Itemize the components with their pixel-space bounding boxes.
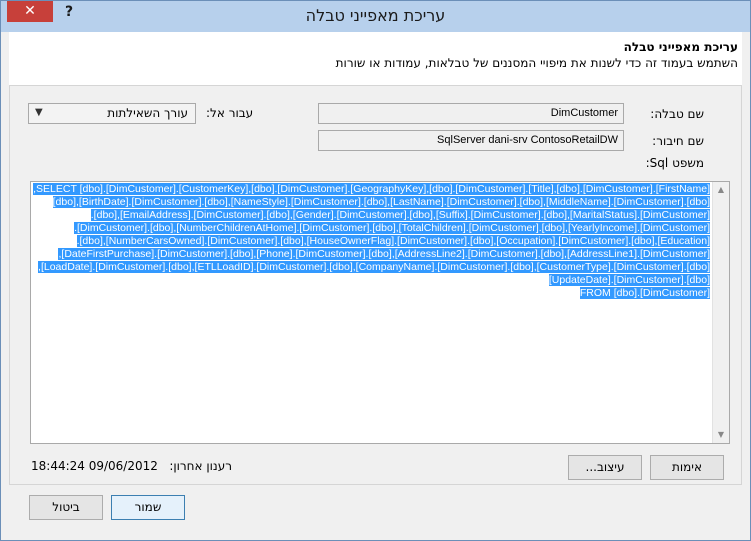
sql-line-text: [DimCustomer].[MaritalStatus],[dbo].[Dim…	[90, 209, 710, 221]
sql-line-text: [DimCustomer].[AddressLine1],[dbo].[DimC…	[58, 248, 710, 260]
last-refresh: 18:44:24 09/06/2012 רענון אחרון:	[31, 459, 232, 473]
save-button[interactable]: שמור	[111, 495, 185, 520]
connection-name-field[interactable]: SqlServer dani-srv ContosoRetailDW	[318, 130, 624, 151]
connection-name-label: שם חיבור:	[652, 134, 704, 148]
last-refresh-value: 18:44:24 09/06/2012	[31, 459, 158, 473]
sql-line: [DimCustomer].[MaritalStatus],[dbo].[Dim…	[49, 209, 710, 222]
header-panel: עריכת מאפייני טבלה השתמש בעמוד זה כדי לש…	[9, 32, 742, 86]
sql-line-text: [dbo].[DimCustomer].[MiddleName],[dbo].[…	[52, 196, 710, 208]
sql-line-text: [dbo].[DimCustomer].[CustomerType],[dbo]…	[38, 261, 710, 273]
design-button[interactable]: עיצוב...	[568, 455, 642, 480]
sql-line: [dbo].[DimCustomer].[MiddleName],[dbo].[…	[49, 196, 710, 209]
sql-line: [DimCustomer].[AddressLine1],[dbo].[DimC…	[49, 248, 710, 261]
dialog-window: ✕ ? עריכת מאפייני טבלה עריכת מאפייני טבל…	[0, 0, 751, 541]
title-bar[interactable]: ✕ ? עריכת מאפייני טבלה	[1, 1, 750, 32]
sql-line-text: [dbo].[DimCustomer].[UpdateDate]	[548, 274, 710, 286]
sql-line: [DimCustomer].[YearlyIncome],[dbo].[DimC…	[49, 222, 710, 235]
sql-line: [dbo].[DimCustomer].[UpdateDate]	[49, 274, 710, 287]
sql-line: [Education],[dbo].[DimCustomer].[Occupat…	[49, 235, 710, 248]
cancel-button[interactable]: ביטול	[29, 495, 103, 520]
sql-line-text: [Education],[dbo].[DimCustomer].[Occupat…	[76, 235, 710, 247]
sql-line-text: [DimCustomer].[YearlyIncome],[dbo].[DimC…	[74, 222, 710, 234]
table-name-label: שם טבלה:	[650, 107, 704, 121]
header-description: השתמש בעמוד זה כדי לשנות את מיפויי המסננ…	[335, 56, 738, 70]
sql-text-content[interactable]: SELECT [dbo].[DimCustomer].[CustomerKey]…	[31, 182, 712, 443]
sql-line: FROM [dbo].[DimCustomer]	[49, 287, 710, 300]
sql-line: [dbo].[DimCustomer].[CustomerType],[dbo]…	[38, 261, 710, 274]
sql-line: SELECT [dbo].[DimCustomer].[CustomerKey]…	[33, 183, 710, 196]
sql-statement-textarea[interactable]: SELECT [dbo].[DimCustomer].[CustomerKey]…	[30, 181, 730, 444]
scroll-up-icon[interactable]: ▲	[713, 182, 729, 198]
switch-to-value: עורך השאילתות	[107, 106, 188, 120]
validate-button[interactable]: אימות	[650, 455, 724, 480]
switch-to-dropdown[interactable]: עורך השאילתות ▼	[28, 103, 196, 124]
chevron-down-icon: ▼	[35, 107, 43, 118]
sql-line-text: FROM [dbo].[DimCustomer]	[579, 287, 710, 299]
header-title: עריכת מאפייני טבלה	[623, 40, 738, 54]
sql-statement-label: משפט Sql:	[645, 156, 704, 170]
vertical-scrollbar[interactable]: ▲ ▼	[712, 182, 729, 443]
window-title: עריכת מאפייני טבלה	[305, 6, 446, 25]
last-refresh-label: רענון אחרון:	[169, 459, 232, 473]
scroll-down-icon[interactable]: ▼	[713, 427, 729, 443]
table-name-field[interactable]: DimCustomer	[318, 103, 624, 124]
sql-line-text: SELECT [dbo].[DimCustomer].[CustomerKey]…	[33, 183, 710, 195]
switch-to-label: עבור אל:	[206, 106, 254, 120]
